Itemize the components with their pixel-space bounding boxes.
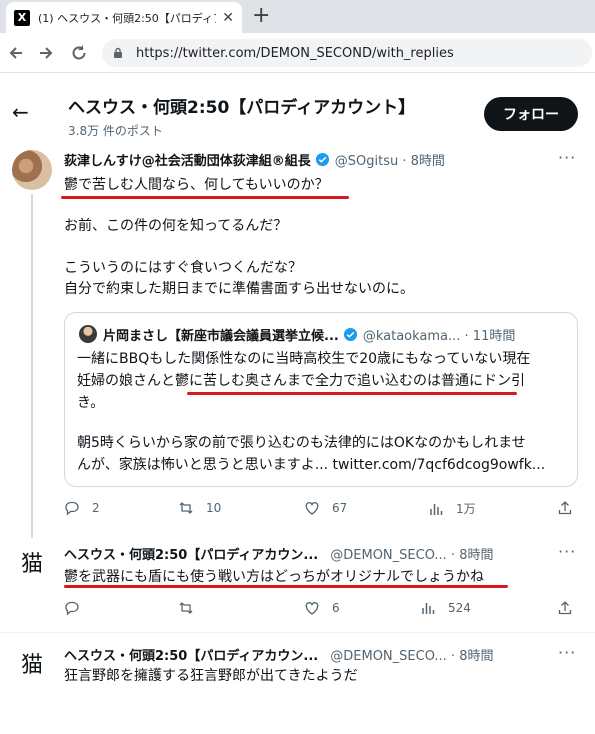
follow-button[interactable]: フォロー [484, 97, 578, 131]
profile-header: ← ヘスウス・何頭2:50【パロディアカウント】 3.8万 件のポスト フォロー [0, 88, 595, 143]
quote-text-line: 妊婦の娘さんと鬱に苦しむ奥さんまで全力で追い込むのは普通にドン引 [77, 373, 525, 389]
repost-button[interactable] [178, 600, 206, 616]
tweet-header: 荻津しんすけ@社会活動団体荻津組®組長 @SOgitsu · 8時間 [64, 150, 445, 169]
red-underline [64, 585, 508, 588]
url-text: https://twitter.com/DEMON_SECOND/with_re… [136, 45, 454, 61]
verified-badge-icon [315, 152, 329, 167]
share-icon[interactable] [557, 600, 573, 616]
author-handle[interactable]: @SOgitsu · 8時間 [335, 150, 445, 169]
more-icon[interactable]: ··· [558, 542, 576, 561]
reply-button[interactable] [64, 600, 92, 616]
avatar[interactable]: 猫 [16, 546, 48, 578]
author-handle[interactable]: @DEMON_SECO... · 8時間 [330, 544, 493, 563]
author-name[interactable]: ヘスウス・何頭2:50【パロディアカウン... [64, 544, 318, 563]
like-button[interactable]: 67 [304, 500, 347, 516]
like-count: 6 [332, 601, 340, 615]
like-count: 67 [332, 501, 348, 515]
browser-tab-strip: X (1) ヘスウス・何頭2:50【パロディアカウ ✕ + [0, 0, 595, 33]
tab-title: (1) ヘスウス・何頭2:50【パロディアカウ [38, 11, 216, 25]
avatar[interactable]: 猫 [16, 647, 48, 679]
tweet-text-line: 自分で約束した期日までに準備書面すら出せないのに。 [64, 281, 414, 297]
like-button[interactable]: 6 [304, 600, 340, 616]
more-icon[interactable]: ··· [558, 148, 576, 167]
tweet-actions: 2 10 67 1万 [64, 500, 578, 520]
views-icon [430, 503, 443, 515]
repost-icon [179, 502, 193, 514]
avatar[interactable] [12, 150, 52, 190]
quote-header: 片岡まさし【新座市議会議員選挙立候... @kataokama... · 11時… [103, 325, 515, 344]
view-count: 1万 [456, 502, 476, 516]
post-count: 3.8万 件のポスト [68, 124, 163, 138]
verified-badge-icon [343, 327, 357, 342]
tweet-text-line: お前、この件の何を知ってるんだ？ [64, 218, 288, 234]
views-icon [422, 603, 435, 614]
quoted-tweet[interactable]: 片岡まさし【新座市議会議員選挙立候... @kataokama... · 11時… [64, 312, 578, 487]
divider [0, 632, 595, 633]
tweet-header: ヘスウス・何頭2:50【パロディアカウン... @DEMON_SECO... ·… [64, 544, 493, 563]
tweet-text-line: 狂言野郎を擁護する狂言野郎が出てきたようだ [64, 668, 358, 684]
new-tab-icon[interactable]: + [252, 3, 270, 28]
author-name[interactable]: 荻津しんすけ@社会活動団体荻津組®組長 [64, 150, 311, 169]
address-bar[interactable]: https://twitter.com/DEMON_SECOND/with_re… [102, 39, 592, 67]
repost-count: 10 [206, 501, 222, 515]
red-underline [187, 392, 517, 395]
quote-text-line: んが、家族は怖いと思うと思いますよ... twitter.com/7qcf6dc… [77, 457, 546, 473]
forward-arrow-icon[interactable] [38, 45, 54, 61]
tweet-text-line: こういうのにはすぐ食いつくんだな？ [64, 260, 302, 276]
back-arrow-icon[interactable]: ← [12, 100, 29, 124]
tweet-header: ヘスウス・何頭2:50【パロディアカウン... @DEMON_SECO... ·… [64, 645, 493, 664]
view-count: 524 [448, 601, 471, 615]
repost-icon [179, 602, 193, 614]
author-handle[interactable]: @DEMON_SECO... · 8時間 [330, 645, 493, 664]
browser-toolbar: https://twitter.com/DEMON_SECOND/with_re… [0, 33, 595, 73]
views-button[interactable]: 524 [420, 600, 471, 616]
reply-icon [65, 601, 79, 616]
quote-text-line: き。 [77, 395, 105, 411]
close-tab-icon[interactable]: ✕ [222, 10, 234, 26]
thread-line [31, 194, 33, 538]
reply-button[interactable]: 2 [64, 500, 100, 516]
profile-name: ヘスウス・何頭2:50【パロディアカウント】 [68, 98, 416, 118]
author-name[interactable]: ヘスウス・何頭2:50【パロディアカウン... [64, 645, 318, 664]
quote-avatar [79, 325, 97, 343]
tweet-text-line: 鬱を武器にも盾にも使う戦い方はどっちがオリジナルでしょうかね [64, 569, 484, 585]
views-button[interactable]: 1万 [428, 500, 476, 517]
browser-tab[interactable]: X (1) ヘスウス・何頭2:50【パロディアカウ ✕ [6, 2, 242, 33]
tweet-actions: 6 524 [64, 600, 578, 620]
back-arrow-icon[interactable] [8, 45, 24, 61]
quote-text-line: 一緒にBBQもした関係性なのに当時高校生で20歳にもなっていない現在 [77, 351, 531, 367]
share-icon[interactable] [557, 500, 573, 516]
reload-icon[interactable] [70, 44, 88, 62]
quote-author-handle: @kataokama... · 11時間 [362, 329, 516, 344]
heart-icon [305, 502, 319, 515]
quote-text-line: 朝5時くらいから家の前で張り込むのも法律的にはOKなのかもしれませ [77, 435, 526, 451]
reply-count: 2 [92, 501, 100, 515]
tweet-text-line: 鬱で苦しむ人間なら、何してもいいのか？ [64, 177, 329, 193]
x-logo-icon: X [14, 9, 30, 26]
quote-author-name: 片岡まさし【新座市議会議員選挙立候... [103, 329, 339, 344]
reply-icon [65, 501, 79, 516]
red-underline [61, 196, 349, 199]
lock-icon [114, 47, 122, 58]
more-icon[interactable]: ··· [558, 643, 576, 662]
repost-button[interactable]: 10 [178, 500, 221, 516]
heart-icon [305, 602, 319, 615]
